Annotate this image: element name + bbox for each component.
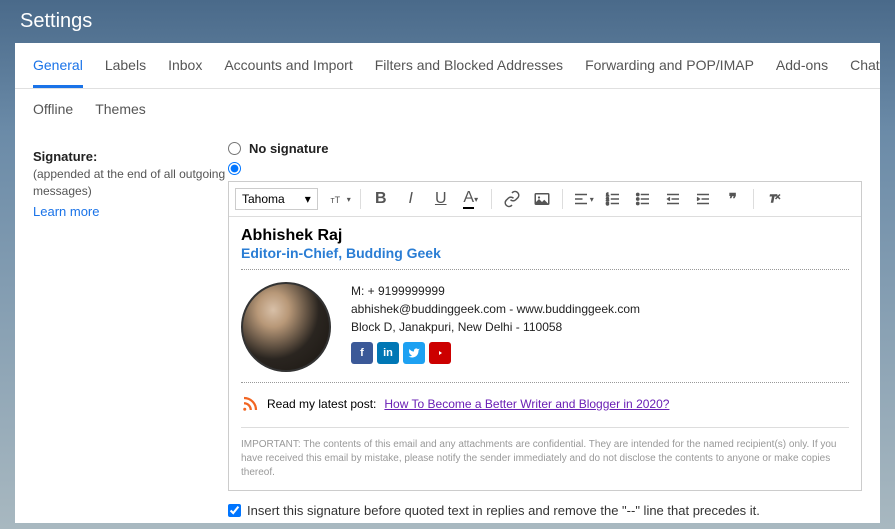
editor-toolbar: Tahoma ▾ тT▾ B I U A▾ ▾ 123 [229,182,861,217]
learn-more-link[interactable]: Learn more [33,204,99,219]
tab-general[interactable]: General [33,57,83,88]
avatar [241,282,331,372]
font-size-button[interactable]: тT▾ [326,186,354,212]
signature-email: abhishek@buddinggeek.com - www.buddingge… [351,300,640,318]
font-select[interactable]: Tahoma ▾ [235,188,318,210]
chevron-down-icon: ▾ [305,192,311,206]
indent-more-button[interactable] [689,186,717,212]
tab-forwarding[interactable]: Forwarding and POP/IMAP [585,57,754,88]
signature-label: Signature: [33,149,228,164]
twitter-icon[interactable] [403,342,425,364]
tab-offline[interactable]: Offline [33,101,73,129]
no-signature-label: No signature [249,141,328,156]
signature-editor: Tahoma ▾ тT▾ B I U A▾ ▾ 123 [228,181,862,491]
link-button[interactable] [498,186,526,212]
font-name: Tahoma [242,192,285,206]
tab-chat[interactable]: Chat [850,57,880,88]
signature-name: Abhishek Raj [241,227,849,245]
rss-prefix: Read my latest post: [267,397,376,411]
align-button[interactable]: ▾ [569,186,597,212]
settings-panel: General Labels Inbox Accounts and Import… [15,43,880,523]
bold-button[interactable]: B [367,186,395,212]
insert-before-quoted-label: Insert this signature before quoted text… [247,503,760,518]
tab-inbox[interactable]: Inbox [168,57,202,88]
youtube-icon[interactable] [429,342,451,364]
indent-less-button[interactable] [659,186,687,212]
signature-address: Block D, Janakpuri, New Delhi - 110058 [351,318,640,336]
primary-tabs: General Labels Inbox Accounts and Import… [15,43,880,89]
custom-signature-radio[interactable] [228,162,241,175]
text-color-button[interactable]: A▾ [457,186,485,212]
numbered-list-button[interactable]: 123 [599,186,627,212]
signature-title: Editor-in-Chief, Budding Geek [241,245,849,261]
quote-button[interactable]: ❞ [719,186,747,212]
tab-labels[interactable]: Labels [105,57,146,88]
remove-formatting-button[interactable]: T [760,186,788,212]
facebook-icon[interactable]: f [351,342,373,364]
signature-description: (appended at the end of all outgoing mes… [33,166,228,200]
image-button[interactable] [528,186,556,212]
bullet-list-button[interactable] [629,186,657,212]
underline-button[interactable]: U [427,186,455,212]
rss-icon [241,395,259,413]
italic-button[interactable]: I [397,186,425,212]
svg-text:3: 3 [606,201,609,206]
page-title: Settings [0,0,895,43]
signature-mobile: M: + 9199999999 [351,282,640,300]
no-signature-radio[interactable] [228,142,241,155]
signature-disclaimer: IMPORTANT: The contents of this email an… [241,427,849,480]
linkedin-icon[interactable]: in [377,342,399,364]
tab-filters[interactable]: Filters and Blocked Addresses [375,57,563,88]
svg-text:тT: тT [330,195,340,205]
tab-accounts[interactable]: Accounts and Import [224,57,352,88]
editor-content[interactable]: Abhishek Raj Editor-in-Chief, Budding Ge… [229,217,861,490]
insert-before-quoted-checkbox[interactable] [228,504,241,517]
secondary-tabs: Offline Themes [15,89,880,141]
tab-addons[interactable]: Add-ons [776,57,828,88]
latest-post-link[interactable]: How To Become a Better Writer and Blogge… [384,397,669,411]
tab-themes[interactable]: Themes [95,101,146,129]
